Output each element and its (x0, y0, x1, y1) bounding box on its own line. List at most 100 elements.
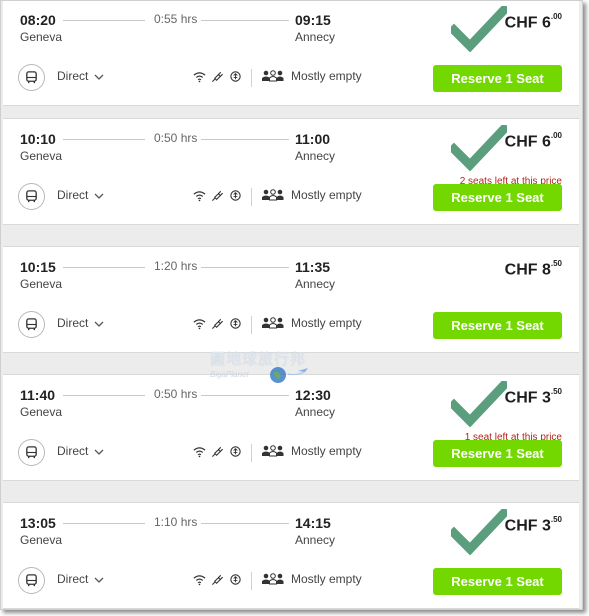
arrival-time: 11:00 (295, 131, 331, 147)
divider (251, 69, 252, 87)
departure-city: Geneva (20, 30, 63, 44)
watermark-logo: 圓地球旅行邦 BigaPlanet (210, 348, 330, 388)
passengers-icon (262, 189, 284, 201)
departure-time: 11:40 (20, 387, 56, 403)
amenities (193, 573, 242, 586)
price-amount: CHF 3 (504, 389, 551, 407)
arrival-city: Annecy (295, 30, 336, 44)
transfer-type[interactable]: Direct (57, 69, 88, 83)
price-amount: CHF 6 (504, 14, 551, 32)
power-plug-icon (211, 190, 224, 202)
departure-city: Geneva (20, 149, 63, 163)
divider (251, 316, 252, 334)
divider (251, 188, 252, 206)
reserve-seat-button[interactable]: Reserve 1 Seat (433, 184, 562, 211)
power-plug-icon (211, 446, 224, 458)
power-plug-icon (211, 71, 224, 83)
trip-price: CHF 8.50 (504, 259, 562, 279)
bus-icon (18, 567, 45, 594)
bus-icon (18, 64, 45, 91)
route-line (201, 523, 289, 524)
trip-duration: 0:50 hrs (154, 131, 198, 145)
transfer-type[interactable]: Direct (57, 572, 88, 586)
arrival-time: 14:15 (295, 515, 331, 531)
arrival-city: Annecy (295, 277, 336, 291)
arrival-time: 12:30 (295, 387, 331, 403)
occupancy-status: Mostly empty (291, 188, 362, 202)
watermark-english-text: BigaPlanet (210, 370, 249, 379)
reserve-seat-button[interactable]: Reserve 1 Seat (433, 568, 562, 595)
amenities (193, 445, 242, 458)
departure-time: 10:10 (20, 131, 56, 147)
trip-price: CHF 3.50 (504, 387, 562, 407)
trip-card: 08:20 Geneva 0:55 hrs 09:15 Annecy CHF 6… (3, 1, 579, 106)
reserve-seat-button[interactable]: Reserve 1 Seat (433, 65, 562, 92)
usb-icon (230, 190, 241, 201)
trip-duration: 1:10 hrs (154, 515, 198, 529)
wifi-icon (193, 446, 206, 457)
trip-price: CHF 6.00 (505, 131, 562, 151)
route-line (201, 395, 289, 396)
price-cents: .50 (550, 259, 562, 268)
price-cents: .00 (550, 131, 562, 140)
divider (251, 572, 252, 590)
checkmark-icon (451, 125, 507, 171)
arrival-city: Annecy (295, 405, 336, 419)
route-line (63, 139, 145, 140)
transfer-type[interactable]: Direct (57, 188, 88, 202)
wifi-icon (193, 71, 206, 82)
bus-icon (18, 439, 45, 466)
amenities (193, 317, 242, 330)
price-amount: CHF 3 (504, 517, 551, 535)
trip-card: 11:40 Geneva 0:50 hrs 12:30 Annecy CHF 3… (3, 374, 579, 481)
departure-time: 08:20 (20, 12, 56, 28)
chevron-down-icon[interactable] (94, 73, 104, 81)
wifi-icon (193, 574, 206, 585)
price-cents: .00 (550, 12, 562, 21)
chevron-down-icon[interactable] (94, 448, 104, 456)
amenities (193, 70, 242, 83)
transfer-type[interactable]: Direct (57, 316, 88, 330)
usb-icon (230, 446, 241, 457)
price-amount: CHF 8 (504, 261, 551, 279)
occupancy-status: Mostly empty (291, 316, 362, 330)
route-line (201, 20, 289, 21)
route-line (201, 267, 289, 268)
route-line (63, 20, 145, 21)
price-cents: .50 (550, 515, 562, 524)
trip-card: 10:15 Geneva 1:20 hrs 11:35 Annecy CHF 8… (3, 246, 579, 353)
trip-duration: 0:55 hrs (154, 12, 198, 26)
usb-icon (230, 318, 241, 329)
checkmark-icon (451, 6, 507, 52)
route-line (201, 139, 289, 140)
route-line (63, 523, 145, 524)
trip-duration: 1:20 hrs (154, 259, 198, 273)
departure-city: Geneva (20, 405, 63, 419)
reserve-seat-button[interactable]: Reserve 1 Seat (433, 440, 562, 467)
transfer-type[interactable]: Direct (57, 444, 88, 458)
bus-icon (18, 311, 45, 338)
departure-time: 10:15 (20, 259, 56, 275)
divider (251, 444, 252, 462)
route-line (63, 267, 145, 268)
wifi-icon (193, 318, 206, 329)
arrival-time: 09:15 (295, 12, 331, 28)
trip-price: CHF 6.00 (504, 12, 562, 32)
globe-icon (270, 367, 308, 383)
usb-icon (230, 71, 241, 82)
chevron-down-icon[interactable] (94, 320, 104, 328)
chevron-down-icon[interactable] (94, 576, 104, 584)
bus-icon (18, 183, 45, 210)
occupancy-status: Mostly empty (291, 444, 362, 458)
passengers-icon (262, 70, 284, 82)
trip-price: CHF 3.50 (504, 515, 562, 535)
wifi-icon (193, 190, 206, 201)
departure-time: 13:05 (20, 515, 56, 531)
chevron-down-icon[interactable] (94, 192, 104, 200)
trip-card: 13:05 Geneva 1:10 hrs 14:15 Annecy CHF 3… (3, 502, 579, 609)
arrival-time: 11:35 (295, 259, 331, 275)
arrival-city: Annecy (295, 149, 336, 163)
price-cents: .50 (550, 387, 562, 396)
reserve-seat-button[interactable]: Reserve 1 Seat (433, 312, 562, 339)
route-line (63, 395, 145, 396)
